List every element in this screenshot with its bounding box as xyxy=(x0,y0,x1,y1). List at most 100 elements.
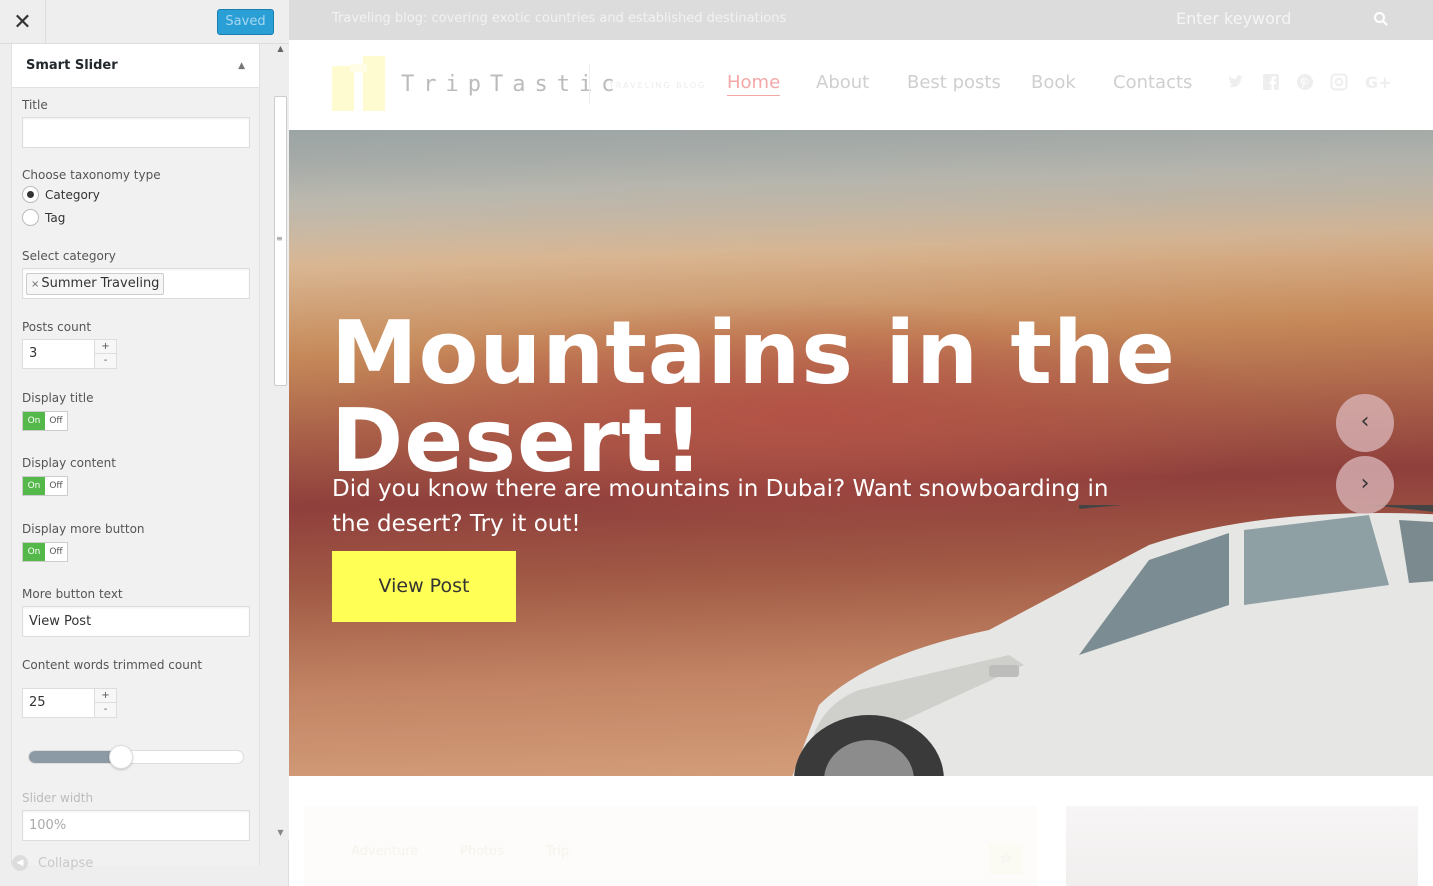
trim-value: 25 xyxy=(29,695,46,710)
display-more-field: Display more button On Off xyxy=(22,522,250,562)
collapse-icon: ◀ xyxy=(12,855,28,871)
title-label: Title xyxy=(22,98,48,112)
collapse-arrow-icon[interactable]: ▲ xyxy=(238,61,245,71)
category-select[interactable]: × Summer Traveling xyxy=(22,268,250,299)
nav-best-posts[interactable]: Best posts xyxy=(907,72,1001,93)
decrement-button[interactable]: - xyxy=(94,703,116,717)
close-icon: ✕ xyxy=(13,9,32,35)
logo-text[interactable]: TripTastic xyxy=(401,72,623,97)
nav-home[interactable]: Home xyxy=(727,72,781,96)
category-chip-label: Summer Traveling xyxy=(41,276,160,291)
more-text-label: More button text xyxy=(22,587,123,601)
display-content-label: Display content xyxy=(22,456,116,470)
card-tag[interactable]: Photos xyxy=(460,844,504,859)
display-content-field: Display content On Off xyxy=(22,456,250,496)
toggle-off[interactable]: Off xyxy=(45,543,67,561)
width-label: Slider width xyxy=(22,791,94,805)
decrement-button[interactable]: - xyxy=(94,354,116,368)
nav-contacts[interactable]: Contacts xyxy=(1113,72,1192,93)
remove-chip-icon[interactable]: × xyxy=(31,279,39,290)
google-plus-icon[interactable]: G+ xyxy=(1365,73,1391,91)
posts-count-stepper[interactable]: 3 + - xyxy=(22,339,117,369)
hero-slider: Mountains in the Desert! Did you know th… xyxy=(289,130,1433,785)
trim-slider-handle[interactable] xyxy=(108,745,133,769)
trim-label: Content words trimmed count xyxy=(22,658,203,672)
pinterest-icon[interactable] xyxy=(1296,73,1314,91)
slide-text: Did you know there are mountains in Duba… xyxy=(332,476,1109,537)
radio-category-input[interactable] xyxy=(22,186,39,203)
toggle-off[interactable]: Off xyxy=(45,477,67,495)
collapse-label: Collapse xyxy=(38,855,94,871)
trim-stepper[interactable]: 25 + - xyxy=(22,688,117,718)
collapse-button[interactable]: ◀ Collapse xyxy=(12,855,93,871)
toggle-on[interactable]: On xyxy=(23,477,45,495)
posts-count-value: 3 xyxy=(29,346,38,361)
scroll-up-icon[interactable]: ▲ xyxy=(272,44,289,58)
category-field: Select category × Summer Traveling xyxy=(22,249,250,299)
nav-about[interactable]: About xyxy=(816,72,869,93)
card-tag[interactable]: Adventure xyxy=(351,844,418,859)
site-preview: Traveling blog: covering exotic countrie… xyxy=(289,0,1433,886)
logo-subtitle: TRAVELING BLOG xyxy=(609,81,707,90)
view-post-button[interactable]: View Post xyxy=(332,551,516,622)
category-chip[interactable]: × Summer Traveling xyxy=(26,273,165,295)
radio-tag-input[interactable] xyxy=(22,209,39,226)
smart-slider-section: Smart Slider ▲ Title Choose taxonomy typ… xyxy=(11,44,260,866)
radio-tag[interactable]: Tag xyxy=(22,206,250,229)
toggle-on[interactable]: On xyxy=(23,412,45,430)
star-icon[interactable]: ☆ xyxy=(989,844,1023,874)
taxonomy-label: Choose taxonomy type xyxy=(22,168,161,182)
title-field: Title xyxy=(22,98,250,148)
search-icon[interactable] xyxy=(1372,10,1390,28)
panel-header: ✕ Saved xyxy=(0,0,289,44)
search-input[interactable]: Enter keyword xyxy=(1176,9,1291,28)
trim-slider-fill xyxy=(29,751,122,763)
increment-button[interactable]: + xyxy=(94,340,116,354)
prev-slide-button[interactable]: ‹ xyxy=(1336,394,1394,452)
next-slide-button[interactable]: › xyxy=(1336,456,1394,514)
display-title-label: Display title xyxy=(22,391,94,405)
toggle-off[interactable]: Off xyxy=(45,412,67,430)
width-input[interactable]: 100% xyxy=(22,810,250,841)
increment-button[interactable]: + xyxy=(94,689,116,703)
display-more-toggle[interactable]: On Off xyxy=(22,542,68,562)
top-bar: Traveling blog: covering exotic countrie… xyxy=(289,0,1433,40)
chevron-right-icon: › xyxy=(1360,471,1370,496)
more-text-input[interactable]: View Post xyxy=(22,606,250,637)
instagram-icon[interactable] xyxy=(1330,73,1348,91)
facebook-icon[interactable] xyxy=(1262,73,1280,91)
card-tag[interactable]: Trip xyxy=(546,844,569,859)
toggle-on[interactable]: On xyxy=(23,543,45,561)
post-card[interactable]: Adventure Photos Trip ☆ xyxy=(304,806,1037,886)
display-title-toggle[interactable]: On Off xyxy=(22,411,68,431)
radio-tag-label: Tag xyxy=(45,210,66,225)
saved-button[interactable]: Saved xyxy=(217,9,274,35)
car-image xyxy=(789,505,1433,785)
twitter-icon[interactable] xyxy=(1227,73,1245,91)
more-text-field: More button text View Post xyxy=(22,587,250,637)
chevron-left-icon: ‹ xyxy=(1360,409,1370,434)
taxonomy-field: Choose taxonomy type Category Tag xyxy=(22,168,250,229)
logo-icon[interactable] xyxy=(332,56,385,111)
category-label: Select category xyxy=(22,249,116,263)
grip-icon: ≡ xyxy=(276,234,283,243)
display-content-toggle[interactable]: On Off xyxy=(22,476,68,496)
posts-count-label: Posts count xyxy=(22,320,92,334)
section-header[interactable]: Smart Slider ▲ xyxy=(12,44,259,88)
radio-category[interactable]: Category xyxy=(22,183,250,206)
trim-field: Content words trimmed count 25 + - xyxy=(22,658,250,718)
customizer-panel: ✕ Saved Smart Slider ▲ Title Choose taxo… xyxy=(0,0,289,886)
site-header: TripTastic TRAVELING BLOG Home About Bes… xyxy=(289,40,1433,130)
title-input[interactable] xyxy=(22,117,250,148)
close-customizer-button[interactable]: ✕ xyxy=(0,0,46,44)
post-cards-area: Adventure Photos Trip ☆ xyxy=(289,776,1433,886)
trim-slider-track[interactable] xyxy=(28,750,244,764)
svg-text:G+: G+ xyxy=(1365,73,1391,91)
nav-book[interactable]: Book xyxy=(1031,72,1076,93)
slide-title: Mountains in the Desert! xyxy=(331,302,1176,492)
posts-count-field: Posts count 3 + - xyxy=(22,320,250,369)
display-more-label: Display more button xyxy=(22,522,145,536)
section-title: Smart Slider xyxy=(26,58,118,73)
post-card[interactable] xyxy=(1066,806,1418,886)
scroll-down-icon[interactable]: ▼ xyxy=(272,828,289,840)
